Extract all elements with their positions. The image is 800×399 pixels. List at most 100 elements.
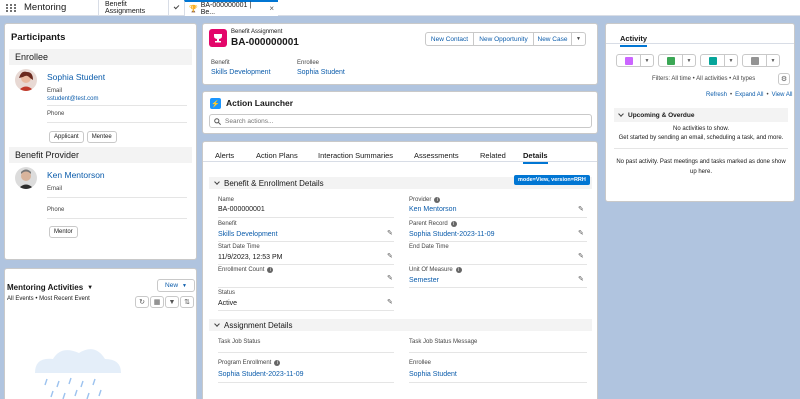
new-contact-button[interactable]: New Contact <box>425 32 474 46</box>
divider <box>47 105 187 106</box>
chevron-down-icon: ▼ <box>728 57 734 64</box>
tab-related[interactable]: Related <box>480 151 506 160</box>
unit-of-measure-link[interactable]: Semester <box>409 277 439 284</box>
divider <box>218 352 394 353</box>
enrollee-detail-link[interactable]: Sophia Student <box>409 371 457 378</box>
edit-status-icon[interactable]: ✎ <box>387 298 393 306</box>
divider <box>47 218 187 219</box>
expand-all-link[interactable]: Expand All <box>735 92 763 98</box>
task-job-status-label: Task Job Status <box>218 339 261 345</box>
provider-name-link[interactable]: Ken Mentorson <box>47 170 105 180</box>
activity-tabs: Activity <box>606 24 794 47</box>
call-icon <box>708 56 717 65</box>
chevron-down-icon <box>214 321 220 327</box>
chevron-down-icon: ▼ <box>770 57 776 64</box>
start-date-label: Start Date Time <box>218 244 260 250</box>
program-enrollment-link[interactable]: Sophia Student-2023-11-09 <box>218 371 304 378</box>
sort-icon[interactable]: ⇅ <box>180 296 194 308</box>
new-activity-button[interactable]: New ▼ <box>157 279 195 292</box>
tab-action-plans[interactable]: Action Plans <box>256 151 298 160</box>
task-job-status-message-label: Task Job Status Message <box>409 339 478 345</box>
trophy-icon: 🏆 <box>189 5 198 13</box>
provider-email-label: Email <box>47 186 63 192</box>
app-launcher-icon[interactable] <box>4 1 18 15</box>
provider-link[interactable]: Ken Mentorson <box>409 206 456 213</box>
benefit-field-link[interactable]: Skills Development <box>211 69 271 76</box>
info-icon[interactable]: i <box>455 267 462 273</box>
tab-record[interactable]: 🏆 BA-000000001 | Be... × <box>184 0 278 16</box>
parent-record-link[interactable]: Sophia Student-2023-11-09 <box>409 231 495 238</box>
edit-start-date-icon[interactable]: ✎ <box>387 252 393 260</box>
mentor-tag: Mentor <box>49 226 78 238</box>
details-card: Alerts Action Plans Interaction Summarie… <box>202 141 598 399</box>
enrollee-field-link[interactable]: Sophia Student <box>297 69 345 76</box>
log-call-button[interactable]: ▼ <box>658 54 696 67</box>
info-icon[interactable]: i <box>274 360 281 366</box>
action-launcher-card: ⚡ Action Launcher <box>202 91 598 134</box>
view-all-link[interactable]: View All <box>772 92 793 98</box>
info-icon[interactable]: i <box>434 197 441 203</box>
tab-record-label: BA-000000001 | Be... <box>200 1 252 16</box>
upcoming-overdue-header[interactable]: Upcoming & Overdue <box>614 108 788 122</box>
edit-unit-of-measure-icon[interactable]: ✎ <box>578 275 584 283</box>
new-opportunity-button[interactable]: New Opportunity <box>474 32 534 46</box>
edit-parent-record-icon[interactable]: ✎ <box>578 229 584 237</box>
tab-alerts[interactable]: Alerts <box>215 151 234 160</box>
refresh-link[interactable]: Refresh <box>706 92 727 98</box>
rain-cloud-illustration <box>35 349 121 399</box>
new-task-button[interactable]: ▼ <box>700 54 738 67</box>
status-label: Status <box>218 290 236 296</box>
action-search-input[interactable] <box>225 117 585 125</box>
chevron-down-icon <box>618 111 624 117</box>
participants-card: Participants Enrollee Sophia Student Ema… <box>4 23 197 260</box>
edit-end-date-icon[interactable]: ✎ <box>578 252 584 260</box>
divider <box>409 264 587 265</box>
info-icon[interactable]: i <box>450 221 457 227</box>
lightning-icon: ⚡ <box>210 98 221 109</box>
enrollee-name-link[interactable]: Sophia Student <box>47 72 105 82</box>
program-enrollment-label: Program Enrollment i <box>218 360 281 366</box>
enrollee-email-link[interactable]: sstudent@test.com <box>47 96 98 102</box>
info-icon[interactable]: i <box>267 267 274 273</box>
benefit-field-label: Benefit <box>211 60 230 66</box>
new-event-button[interactable]: ▼ <box>616 54 654 67</box>
tab-dropdown-button[interactable] <box>168 0 184 16</box>
benefit-enrollment-section-title: Benefit & Enrollment Details <box>224 178 324 188</box>
assignment-details-section-header[interactable]: Assignment Details <box>209 319 592 331</box>
app-name: Mentoring <box>24 2 67 13</box>
new-case-button[interactable]: New Case <box>534 32 572 46</box>
list-view-controls: ↻ ▦ ▼ ⇅ <box>135 296 194 308</box>
enrollee-detail-label: Enrollee <box>409 360 432 366</box>
edit-provider-icon[interactable]: ✎ <box>578 205 584 213</box>
send-email-button[interactable]: ▼ <box>742 54 780 67</box>
tab-interaction-summaries[interactable]: Interaction Summaries <box>318 151 393 160</box>
task-icon <box>666 56 675 65</box>
close-tab-icon[interactable]: × <box>269 4 274 13</box>
refresh-icon[interactable]: ↻ <box>135 296 149 308</box>
filter-settings-icon[interactable]: ⚙ <box>778 73 790 85</box>
edit-benefit-icon[interactable]: ✎ <box>387 229 393 237</box>
divider <box>409 217 587 218</box>
tab-benefit-assignments[interactable]: Benefit Assignments <box>98 0 168 16</box>
email-icon <box>750 56 759 65</box>
more-actions-button[interactable]: ▼ <box>572 32 586 46</box>
action-search-box[interactable] <box>209 114 592 128</box>
edit-enrollment-count-icon[interactable]: ✎ <box>387 274 393 282</box>
assignment-details-section-title: Assignment Details <box>224 320 293 330</box>
divider <box>47 122 187 123</box>
divider <box>218 287 394 288</box>
provider-label: Provider i <box>409 197 441 203</box>
mode-badge: mode=View, version=RRH <box>514 175 590 185</box>
tab-assessments[interactable]: Assessments <box>414 151 459 160</box>
list-settings-icon[interactable]: ▦ <box>150 296 164 308</box>
tab-activity[interactable]: Activity <box>620 34 648 47</box>
mentoring-activities-subtitle: All Events • Most Recent Event <box>7 296 90 302</box>
divider <box>218 264 394 265</box>
mentoring-activities-header[interactable]: Mentoring Activities ▼ <box>7 283 93 292</box>
benefit-link[interactable]: Skills Development <box>218 231 278 238</box>
filter-icon[interactable]: ▼ <box>165 296 179 308</box>
tab-details[interactable]: Details <box>523 151 548 164</box>
enrollee-email-label: Email <box>47 88 63 94</box>
provider-tags: Mentor <box>49 226 78 238</box>
applicant-tag: Applicant <box>49 131 84 143</box>
